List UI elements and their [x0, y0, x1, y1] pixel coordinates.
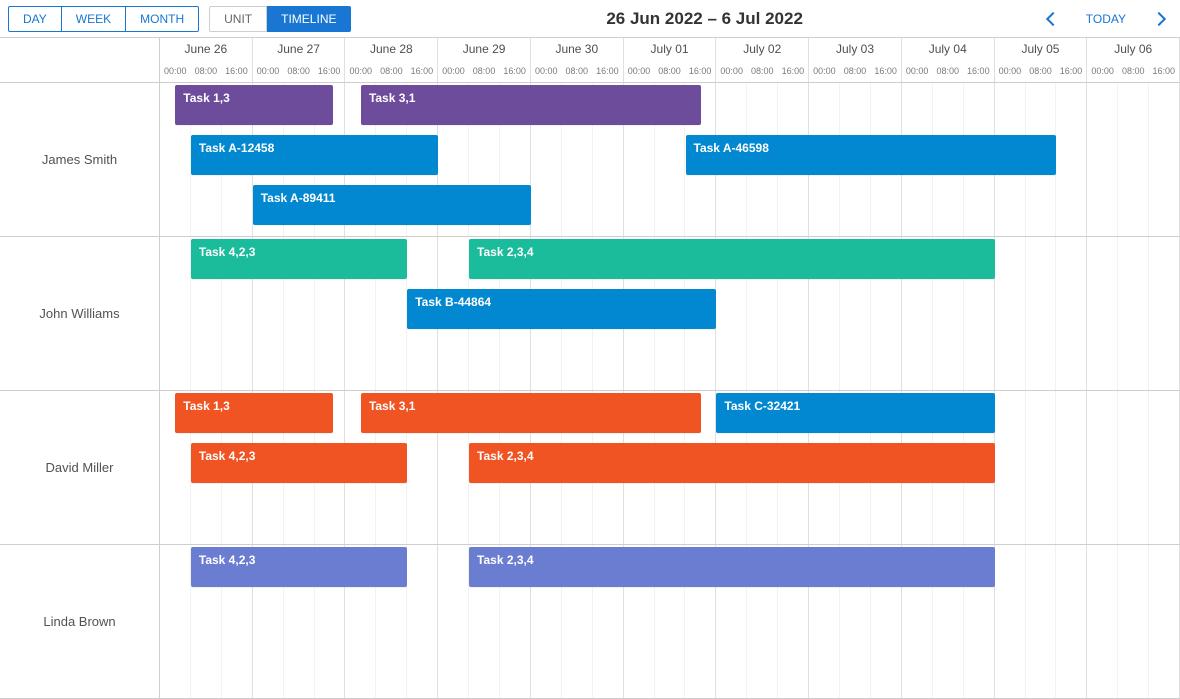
timeline-row[interactable]: Task 4,2,3 Task 2,3,4 Task B-44864	[160, 237, 1180, 391]
top-nav: DAY WEEK MONTH UNIT TIMELINE 26 Jun 2022…	[0, 0, 1180, 38]
timeline-row[interactable]: Task 1,3 Task 3,1 Task A-12458 Task A-46598…	[160, 83, 1180, 237]
hour-header-cell: 00:0008:0016:00	[995, 60, 1088, 82]
timeline-header: June 26June 27June 28June 29June 30July …	[0, 38, 1180, 83]
hour-header-cell: 00:0008:0016:00	[160, 60, 253, 82]
hour-label: 00:00	[345, 60, 376, 82]
resource-cell: James Smith	[0, 83, 159, 237]
task-bar[interactable]: Task 4,2,3	[191, 547, 407, 587]
mode-timeline[interactable]: TIMELINE	[267, 6, 351, 32]
day-header: July 05	[995, 38, 1088, 60]
time-header: June 26June 27June 28June 29June 30July …	[160, 38, 1180, 82]
hour-label: 00:00	[438, 60, 469, 82]
hour-label: 00:00	[809, 60, 840, 82]
view-week[interactable]: WEEK	[62, 6, 126, 32]
hour-header-cell: 00:0008:0016:00	[1087, 60, 1180, 82]
hour-label: 08:00	[1025, 60, 1056, 82]
task-bar[interactable]: Task C-32421	[716, 393, 994, 433]
view-day[interactable]: DAY	[8, 6, 62, 32]
day-header: July 04	[902, 38, 995, 60]
hour-label: 08:00	[562, 60, 593, 82]
hour-label: 00:00	[902, 60, 933, 82]
hour-label: 16:00	[407, 60, 438, 82]
hour-label: 00:00	[624, 60, 655, 82]
hour-label: 16:00	[314, 60, 345, 82]
day-header: June 29	[438, 38, 531, 60]
hour-header-cell: 00:0008:0016:00	[809, 60, 902, 82]
task-bar[interactable]: Task 4,2,3	[191, 239, 407, 279]
hour-label: 16:00	[499, 60, 530, 82]
hour-label: 16:00	[592, 60, 623, 82]
task-bar[interactable]: Task A-89411	[253, 185, 531, 225]
resource-cell: Linda Brown	[0, 545, 159, 699]
hour-label: 00:00	[253, 60, 284, 82]
mode-unit[interactable]: UNIT	[209, 6, 267, 32]
timeline-column[interactable]: Task 1,3 Task 3,1 Task A-12458 Task A-46598…	[160, 83, 1180, 699]
task-bar[interactable]: Task A-12458	[191, 135, 438, 175]
hour-label: 00:00	[716, 60, 747, 82]
hour-label: 08:00	[376, 60, 407, 82]
day-header: June 26	[160, 38, 253, 60]
hour-label: 08:00	[654, 60, 685, 82]
date-range-title: 26 Jun 2022 – 6 Jul 2022	[361, 9, 1047, 29]
task-bar[interactable]: Task A-46598	[686, 135, 1057, 175]
task-bar[interactable]: Task 3,1	[361, 393, 701, 433]
hour-label: 08:00	[283, 60, 314, 82]
hour-label: 00:00	[995, 60, 1026, 82]
hour-header-cell: 00:0008:0016:00	[345, 60, 438, 82]
hour-label: 16:00	[1149, 60, 1180, 82]
today-button[interactable]: TODAY	[1078, 8, 1134, 30]
view-month[interactable]: MONTH	[126, 6, 199, 32]
hour-label: 08:00	[1118, 60, 1149, 82]
hour-header-cell: 00:0008:0016:00	[531, 60, 624, 82]
task-bar[interactable]: Task 1,3	[175, 85, 333, 125]
hour-label: 00:00	[160, 60, 191, 82]
view-switch: DAY WEEK MONTH	[8, 6, 199, 32]
day-header: July 03	[809, 38, 902, 60]
hour-header-cell: 00:0008:0016:00	[716, 60, 809, 82]
resource-cell: David Miller	[0, 391, 159, 545]
nav-controls: TODAY	[1048, 8, 1172, 30]
resource-cell: John Williams	[0, 237, 159, 391]
resource-column: James SmithJohn WilliamsDavid MillerLind…	[0, 83, 160, 699]
hour-header-cell: 00:0008:0016:00	[438, 60, 531, 82]
task-bar[interactable]: Task 1,3	[175, 393, 333, 433]
day-header: July 01	[624, 38, 717, 60]
hour-header-cell: 00:0008:0016:00	[902, 60, 995, 82]
task-bar[interactable]: Task 3,1	[361, 85, 701, 125]
prev-icon[interactable]	[1046, 11, 1060, 25]
hour-label: 16:00	[221, 60, 252, 82]
day-header: July 06	[1087, 38, 1180, 60]
day-header: July 02	[716, 38, 809, 60]
hour-label: 16:00	[963, 60, 994, 82]
hour-label: 00:00	[1087, 60, 1118, 82]
mode-switch: UNIT TIMELINE	[209, 6, 351, 32]
hour-label: 00:00	[531, 60, 562, 82]
hour-label: 16:00	[870, 60, 901, 82]
hour-label: 16:00	[778, 60, 809, 82]
timeline-body: James SmithJohn WilliamsDavid MillerLind…	[0, 83, 1180, 699]
day-header: June 28	[345, 38, 438, 60]
next-icon[interactable]	[1152, 11, 1166, 25]
hour-label: 16:00	[1056, 60, 1087, 82]
hour-label: 08:00	[747, 60, 778, 82]
task-bar[interactable]: Task 4,2,3	[191, 443, 407, 483]
resource-header-spacer	[0, 38, 160, 82]
hour-label: 08:00	[191, 60, 222, 82]
day-header: June 27	[253, 38, 346, 60]
task-bar[interactable]: Task 2,3,4	[469, 443, 995, 483]
task-bar[interactable]: Task 2,3,4	[469, 239, 995, 279]
hour-header-cell: 00:0008:0016:00	[253, 60, 346, 82]
hour-label: 08:00	[932, 60, 963, 82]
hour-label: 08:00	[469, 60, 500, 82]
day-header: June 30	[531, 38, 624, 60]
timeline-row[interactable]: Task 4,2,3 Task 2,3,4	[160, 545, 1180, 699]
task-bar[interactable]: Task B-44864	[407, 289, 716, 329]
hour-header-cell: 00:0008:0016:00	[624, 60, 717, 82]
hour-label: 08:00	[840, 60, 871, 82]
hour-label: 16:00	[685, 60, 716, 82]
timeline-row[interactable]: Task 1,3 Task 3,1 Task C-32421 Task 4,2,3 Ta…	[160, 391, 1180, 545]
task-bar[interactable]: Task 2,3,4	[469, 547, 995, 587]
